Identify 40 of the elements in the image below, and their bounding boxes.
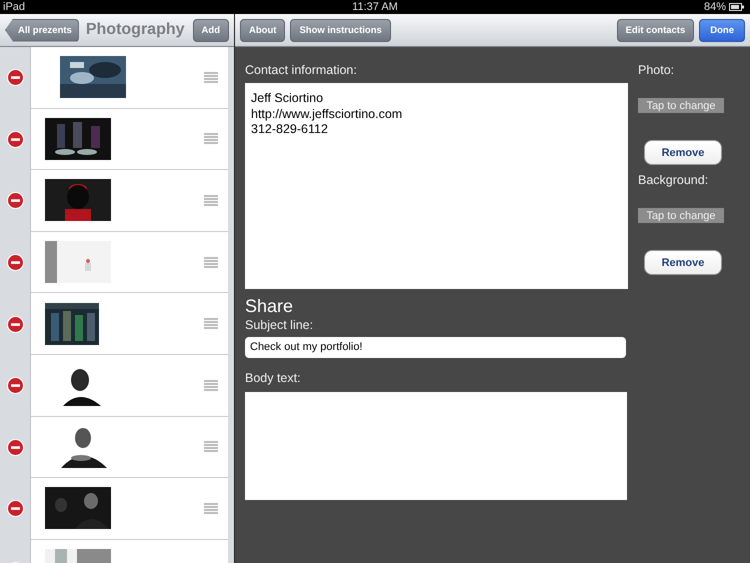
- reorder-icon[interactable]: [204, 380, 218, 391]
- delete-icon[interactable]: [6, 438, 24, 456]
- device-name: iPad: [3, 1, 26, 13]
- toolbar-button[interactable]: Show instructions: [290, 18, 391, 42]
- section-heading: Share: [245, 296, 294, 317]
- field-label: Contact information:: [245, 63, 358, 77]
- change-image-button[interactable]: Tap to change: [638, 98, 724, 113]
- nav-title: Photography: [86, 21, 186, 39]
- delete-icon[interactable]: [6, 254, 24, 272]
- subject-field[interactable]: Check out my portfolio!: [245, 337, 626, 358]
- done-button[interactable]: Done: [699, 18, 745, 42]
- reorder-icon[interactable]: [204, 318, 218, 330]
- field-label: Body text:: [245, 371, 302, 385]
- toolbar-button[interactable]: About: [240, 18, 286, 42]
- delete-icon[interactable]: [6, 130, 24, 148]
- reorder-icon[interactable]: [204, 72, 218, 83]
- delete-icon[interactable]: [6, 69, 24, 86]
- delete-icon[interactable]: [6, 192, 24, 210]
- change-image-button[interactable]: Tap to change: [638, 208, 724, 223]
- battery-percent: 84%: [704, 1, 726, 13]
- delete-icon[interactable]: [6, 377, 24, 394]
- field-label: Background:: [638, 173, 708, 187]
- add-button[interactable]: Add: [192, 18, 229, 42]
- back-button[interactable]: All prezents: [5, 18, 79, 42]
- reorder-icon[interactable]: [204, 133, 218, 144]
- delete-icon[interactable]: [6, 316, 24, 333]
- field-label: Subject line:: [245, 318, 314, 332]
- reorder-icon[interactable]: [204, 502, 218, 514]
- battery-icon: [729, 3, 744, 11]
- body-field[interactable]: [245, 392, 627, 500]
- toolbar-button[interactable]: Edit contacts: [616, 18, 694, 42]
- reorder-icon[interactable]: [204, 194, 218, 206]
- clock: 11:37 AM: [352, 1, 398, 13]
- field-label: Photo:: [638, 63, 674, 77]
- reorder-icon[interactable]: [204, 256, 218, 268]
- remove-button[interactable]: Remove: [644, 250, 722, 275]
- remove-button[interactable]: Remove: [644, 140, 722, 165]
- reorder-icon[interactable]: [204, 441, 218, 452]
- contact-field[interactable]: Jeff Sciortino http://www.jeffsciortino.com 312-829-6112: [245, 83, 628, 289]
- delete-icon[interactable]: [6, 500, 24, 518]
